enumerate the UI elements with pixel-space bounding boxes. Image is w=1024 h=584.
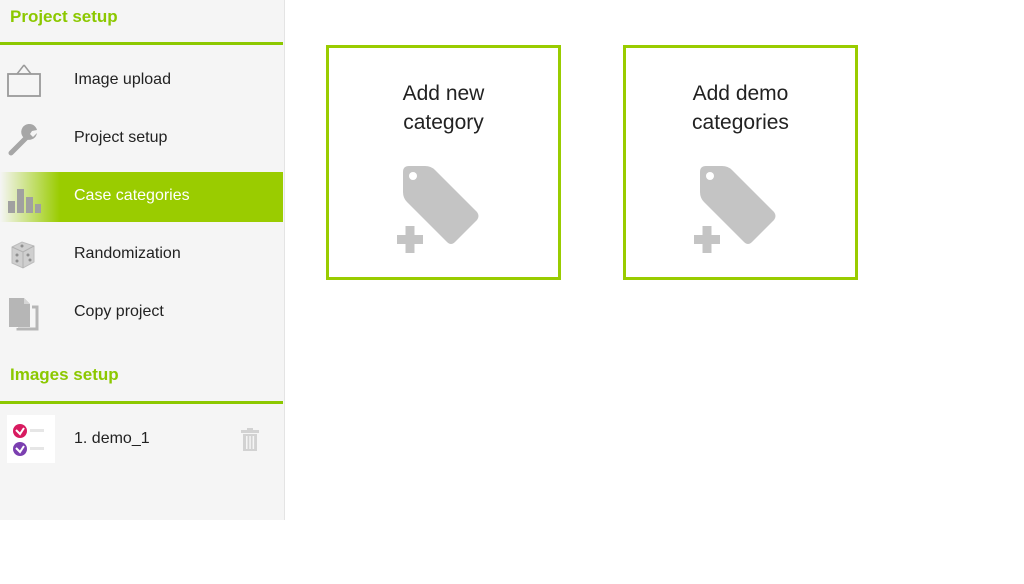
sidebar-item-case-categories[interactable]: Case categories	[0, 172, 283, 222]
card-label: Add new category	[329, 79, 558, 137]
section-divider	[0, 42, 283, 45]
card-label-line: category	[403, 111, 484, 134]
dice-icon	[4, 237, 44, 273]
section-divider	[0, 401, 283, 404]
sidebar-item-label: Case categories	[74, 187, 190, 204]
sidebar-item-image-upload[interactable]: Image upload	[0, 56, 283, 106]
sidebar: Project setup Image upload Project setup	[0, 0, 285, 520]
sidebar-item-label: Image upload	[74, 71, 171, 88]
sidebar-item-copy-project[interactable]: Copy project	[0, 288, 283, 338]
card-label-line: Add demo	[692, 82, 789, 105]
add-new-category-card[interactable]: Add new category	[326, 45, 561, 280]
sidebar-item-label: Randomization	[74, 245, 181, 262]
bar-chart-icon	[4, 179, 44, 215]
copy-document-icon	[4, 295, 44, 331]
image-list-item[interactable]: 1. demo_1	[0, 413, 283, 465]
image-label: 1. demo_1	[74, 430, 150, 447]
sidebar-item-project-setup[interactable]: Project setup	[0, 114, 283, 164]
wrench-icon	[4, 121, 44, 157]
tag-add-icon	[389, 160, 499, 260]
card-label-line: Add new	[402, 82, 485, 105]
card-label-line: categories	[692, 111, 789, 134]
picture-frame-icon	[4, 63, 44, 99]
demo-thumbnail	[7, 415, 55, 463]
project-setup-section-title: Project setup	[10, 7, 118, 26]
images-setup-section-title: Images setup	[10, 365, 119, 384]
card-label: Add demo categories	[626, 79, 855, 137]
trash-icon[interactable]	[239, 427, 261, 453]
tag-add-icon	[686, 160, 796, 260]
add-demo-categories-card[interactable]: Add demo categories	[623, 45, 858, 280]
sidebar-item-randomization[interactable]: Randomization	[0, 230, 283, 280]
sidebar-item-label: Project setup	[74, 129, 168, 146]
sidebar-item-label: Copy project	[74, 303, 164, 320]
